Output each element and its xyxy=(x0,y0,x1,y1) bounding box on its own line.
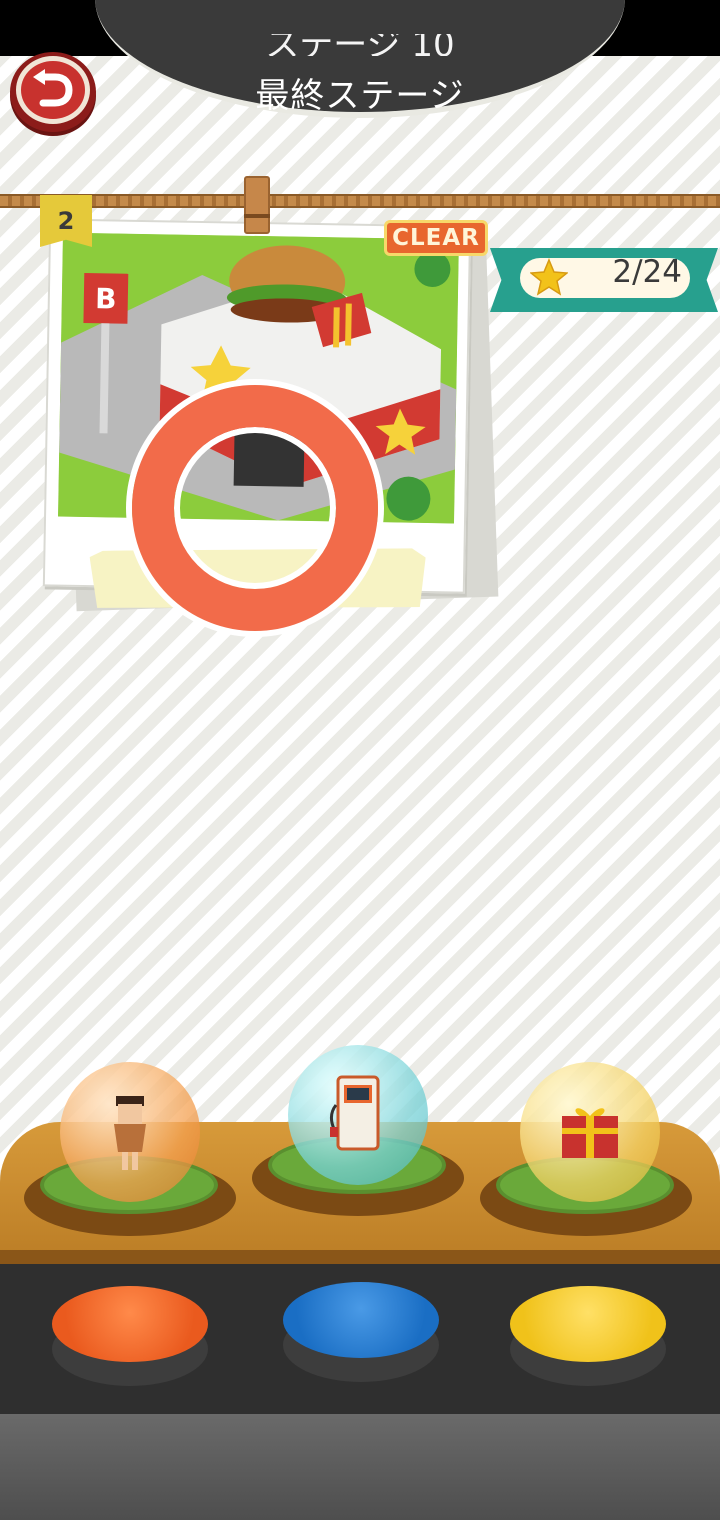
gift-icon xyxy=(562,1108,618,1158)
back-arrow-icon xyxy=(16,56,90,124)
clear-badge: CLEAR xyxy=(384,220,488,256)
capsule-gas-pump[interactable] xyxy=(288,1045,428,1185)
shelf-edge xyxy=(0,1250,720,1264)
orange-button[interactable] xyxy=(52,1286,208,1386)
capsule-gift[interactable] xyxy=(520,1062,660,1202)
clothespin xyxy=(244,176,270,234)
sign-letter: B xyxy=(95,282,117,315)
stage-number: ステージ 10 xyxy=(265,34,455,56)
level-badge: 2 xyxy=(40,195,92,247)
star-count: 2/24 xyxy=(612,254,682,290)
star-icon xyxy=(530,258,568,296)
yellow-button[interactable] xyxy=(510,1286,666,1386)
stage-ring-marker xyxy=(132,385,378,631)
clothesline-rope xyxy=(0,194,720,208)
back-button[interactable] xyxy=(10,52,96,132)
capsule-character[interactable] xyxy=(60,1062,200,1202)
stage-title: 最終ステージ xyxy=(255,76,465,116)
caveman-icon xyxy=(114,1096,146,1170)
machine-base xyxy=(0,1414,720,1520)
blue-button[interactable] xyxy=(283,1282,439,1382)
gas-pump-icon xyxy=(329,1075,380,1151)
